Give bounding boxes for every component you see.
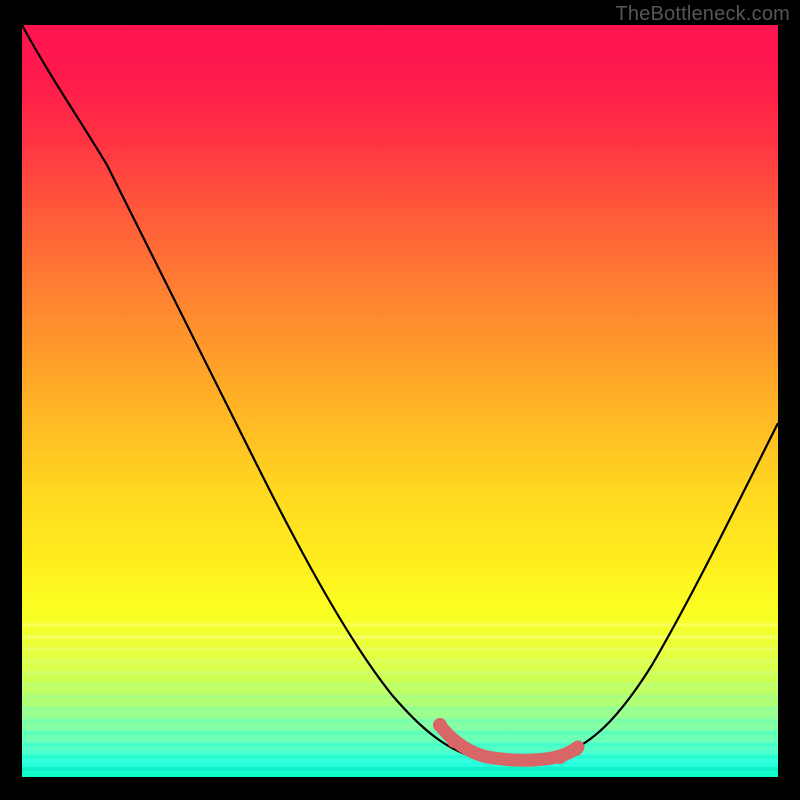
watermark: TheBottleneck.com (615, 3, 790, 26)
bottleneck-curve (22, 25, 778, 762)
marker-dot (553, 750, 567, 764)
marker-dot (433, 718, 447, 732)
marker-dot (569, 742, 583, 756)
marker-dot (447, 734, 461, 748)
plot-area (22, 25, 778, 777)
chart-frame: TheBottleneck.com (0, 0, 800, 800)
curve-layer (22, 25, 778, 777)
